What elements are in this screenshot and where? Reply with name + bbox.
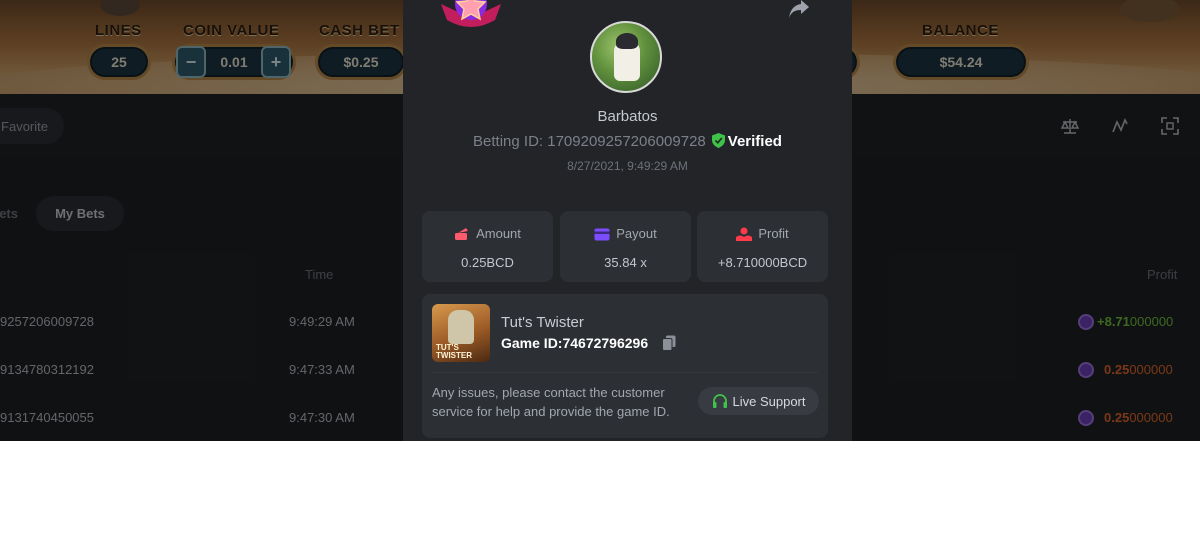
stat-label-text: Amount: [476, 226, 521, 241]
game-thumbnail[interactable]: TUT'S TWISTER: [432, 304, 490, 362]
stat-amount-value: 0.25BCD: [461, 255, 514, 270]
game-thumbnail-title: TUT'S TWISTER: [436, 343, 472, 360]
amount-icon: [455, 228, 469, 240]
stat-label-text: Profit: [758, 226, 789, 241]
support-note: Any issues, please contact the customer …: [432, 385, 670, 419]
divider: [432, 372, 818, 373]
verified-shield-icon: [711, 133, 725, 148]
game-thumbnail-character: [448, 310, 474, 344]
username: Barbatos: [597, 108, 658, 125]
stat-amount-label: Amount: [422, 226, 553, 241]
stat-label-text: Payout: [616, 226, 657, 241]
bet-detail-modal: Barbatos Betting ID: 1709209257206009728…: [403, 0, 852, 441]
betting-id-line: Betting ID: 1709209257206009728 Verified: [403, 133, 852, 150]
app-screen: LINES 25 COIN VALUE 0.01 − + CASH BET $0…: [0, 0, 1200, 441]
game-name[interactable]: Tut's Twister: [501, 314, 584, 331]
stat-payout: Payout 35.84 x: [560, 211, 691, 282]
game-id-value: 74672796296: [562, 335, 649, 351]
game-info-card: TUT'S TWISTER Tut's Twister Game ID:74672…: [422, 294, 828, 438]
avatar: [590, 21, 662, 93]
stat-payout-label: Payout: [560, 226, 691, 241]
rank-badge-icon: [441, 0, 501, 27]
betting-id-value: 1709209257206009728: [547, 133, 706, 150]
copy-icon[interactable]: [662, 335, 676, 351]
game-id-label: Game ID:: [501, 335, 563, 351]
headset-icon: [712, 393, 727, 408]
stat-profit: Profit +8.710000BCD: [697, 211, 828, 282]
live-support-button[interactable]: Live Support: [698, 387, 819, 415]
share-icon[interactable]: [787, 0, 811, 20]
stat-amount: Amount 0.25BCD: [422, 211, 553, 282]
betting-id-label: Betting ID:: [473, 133, 544, 150]
live-support-label: Live Support: [732, 393, 806, 409]
blank-area: [0, 441, 1200, 558]
verified-label: Verified: [727, 133, 782, 150]
avatar-hair: [616, 33, 638, 49]
payout-card-icon: [594, 228, 610, 241]
stat-profit-label: Profit: [697, 226, 828, 241]
game-id-line: Game ID:74672796296: [501, 335, 648, 351]
stat-payout-value: 35.84 x: [604, 255, 647, 270]
bet-datetime: 8/27/2021, 9:49:29 AM: [567, 159, 688, 173]
stat-profit-value: +8.710000BCD: [717, 255, 808, 270]
profit-hand-icon: [736, 227, 753, 241]
